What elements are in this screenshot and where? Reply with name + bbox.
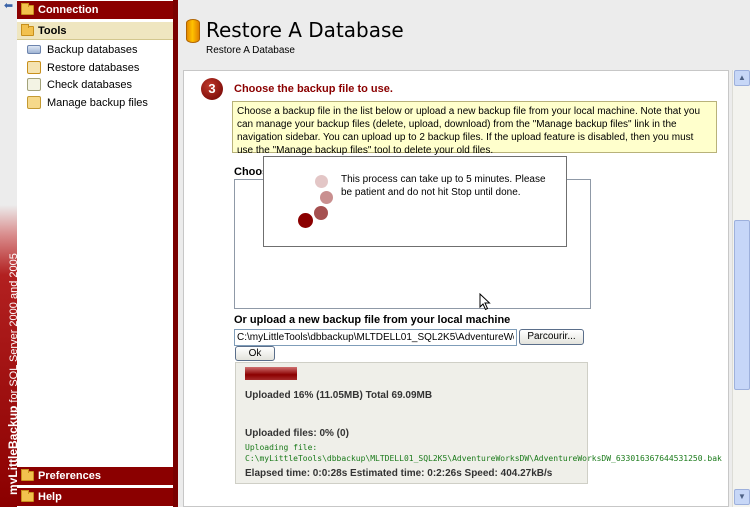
upload-file-path-field[interactable] [234,329,517,346]
step-number-badge: 3 [201,78,223,100]
sidebar-item-check-databases[interactable]: Check databases [27,76,132,93]
sidebar-section-label: Help [38,491,62,503]
folder-icon [21,490,34,502]
sidebar-section-label: Connection [38,4,99,16]
spinner-dot [315,175,328,188]
info-box: Choose a backup file in the list below o… [232,101,717,156]
sidebar: Connection Tools Backup databases Restor… [17,0,173,507]
sidebar-section-connection[interactable]: Connection [17,1,173,19]
mouse-cursor-icon [479,293,491,311]
upload-progress-panel: Uploaded 16% (11.05MB) Total 69.09MB Upl… [235,362,722,484]
spinner-dot [314,206,328,220]
elapsed-time-text: Elapsed time: 0:0:28s Estimated time: 0:… [245,468,553,479]
popup-message: This process can take up to 5 minutes. P… [341,174,546,198]
upload-progress-bar [245,367,297,380]
upload-label: Or upload a new backup file from your lo… [234,314,511,326]
upload-status-text: Uploaded 16% (11.05MB) Total 69.09MB [245,390,433,401]
uploading-file-text: Uploading file: C:\myLittleTools\dbbacku… [245,443,722,463]
brand-strip: ⬅ myLittleBackup for SQL Server 2000 and… [0,0,20,507]
collapse-sidebar-icon[interactable]: ⬅ [2,1,15,12]
sidebar-item-backup-databases[interactable]: Backup databases [27,41,138,58]
page-title: Restore A Database [206,18,404,42]
scroll-up-icon[interactable]: ▲ [734,70,750,86]
sidebar-section-help[interactable]: Help [17,488,173,506]
step-title: Choose the backup file to use. [234,83,393,95]
folder-open-icon [21,23,34,36]
sidebar-item-label: Check databases [47,78,132,91]
sidebar-section-label: Tools [38,24,67,37]
processing-popup: This process can take up to 5 minutes. P… [263,156,567,247]
folder-icon [21,469,34,481]
sidebar-item-manage-backup-files[interactable]: Manage backup files [27,94,148,111]
spinner-dot [320,191,333,204]
folder-icon [21,3,34,15]
sidebar-item-label: Manage backup files [47,96,148,109]
vertical-scrollbar[interactable]: ▲ ▼ [732,70,750,507]
browse-button[interactable]: Parcourir... [519,329,584,345]
sidebar-item-label: Backup databases [47,43,138,56]
database-icon [186,19,200,43]
spinner-dot [298,213,313,228]
manage-files-icon [27,96,41,109]
scrollbar-thumb[interactable] [734,220,750,390]
backup-icon [27,45,41,54]
uploaded-files-text: Uploaded files: 0% (0) [245,428,349,439]
sidebar-item-restore-databases[interactable]: Restore databases [27,59,139,76]
ok-button[interactable]: Ok [235,346,275,361]
sidebar-section-tools[interactable]: Tools [17,22,173,40]
page-subtitle: Restore A Database [206,45,295,56]
check-icon [27,78,41,91]
sidebar-item-label: Restore databases [47,61,140,74]
sidebar-section-preferences[interactable]: Preferences [17,467,173,485]
restore-icon [27,61,41,74]
page-header: Restore A Database Restore A Database [178,0,750,64]
scroll-down-icon[interactable]: ▼ [734,489,750,505]
sidebar-section-label: Preferences [38,470,101,482]
